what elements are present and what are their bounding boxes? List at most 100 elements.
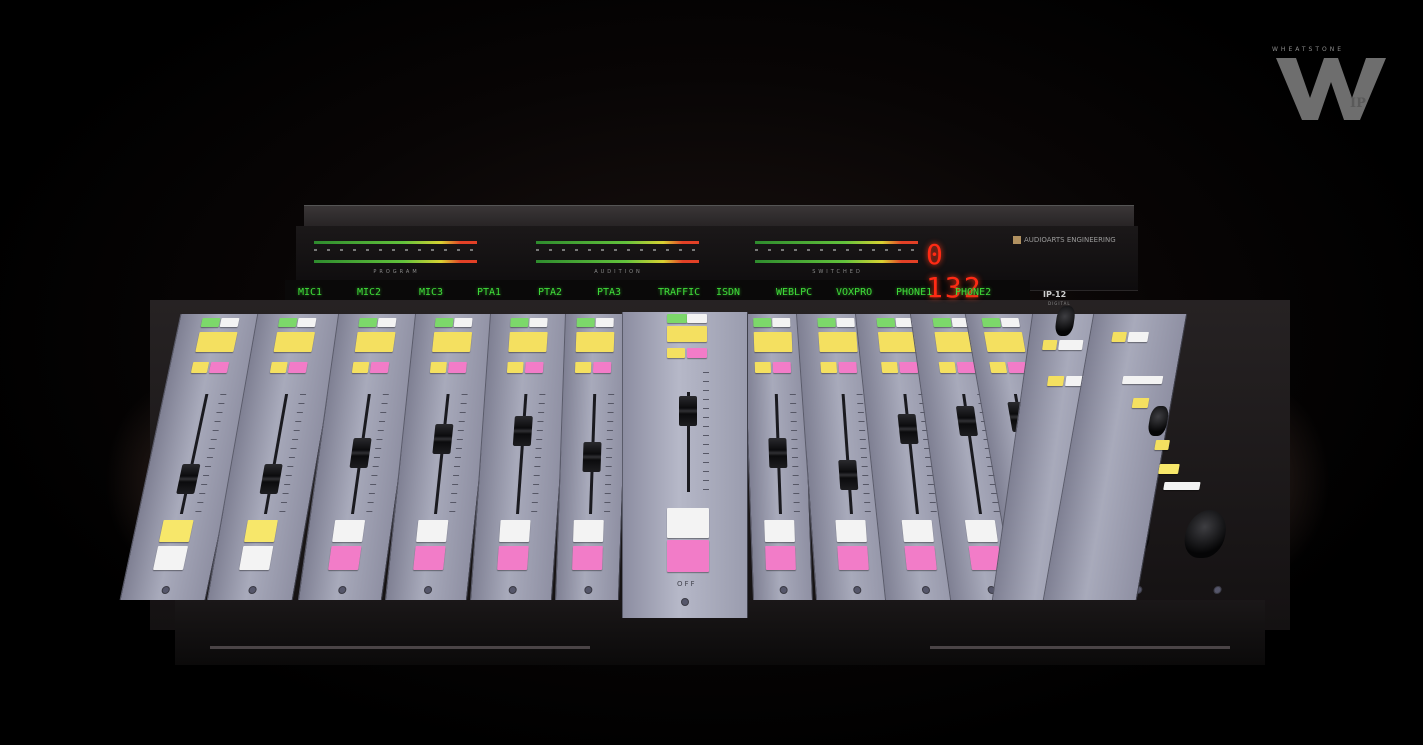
assign-button-white[interactable]	[453, 318, 473, 327]
cue-button[interactable]	[354, 332, 396, 352]
screw-icon	[508, 586, 517, 594]
mode-button-yellow[interactable]	[506, 362, 524, 373]
mode-button-yellow[interactable]	[429, 362, 447, 373]
off-button[interactable]	[572, 546, 603, 570]
control-button-yellow[interactable]	[1042, 340, 1058, 350]
control-button-white-2[interactable]	[1121, 376, 1164, 384]
mode-button-pink[interactable]	[687, 348, 707, 358]
mode-button-pink[interactable]	[447, 362, 467, 373]
off-button[interactable]	[837, 546, 869, 570]
cue-button[interactable]	[273, 332, 316, 352]
mode-button-yellow[interactable]	[190, 362, 210, 373]
control-knob[interactable]	[1146, 406, 1170, 436]
assign-button-green[interactable]	[981, 318, 1002, 327]
mode-button-yellow[interactable]	[351, 362, 370, 373]
mode-button-pink[interactable]	[772, 362, 792, 373]
cue-button[interactable]	[195, 332, 238, 352]
control-button-yellow-2[interactable]	[1131, 398, 1150, 408]
fader-knob[interactable]	[838, 460, 859, 490]
assign-button-white[interactable]	[296, 318, 317, 327]
assign-button-green[interactable]	[200, 318, 221, 327]
fader-knob[interactable]	[768, 438, 788, 468]
fader-knob[interactable]	[432, 424, 454, 454]
assign-button-white[interactable]	[377, 318, 397, 327]
assign-button-green[interactable]	[510, 318, 529, 327]
assign-button-white[interactable]	[1000, 318, 1021, 327]
on-button[interactable]	[667, 508, 709, 538]
fader-knob[interactable]	[349, 438, 372, 468]
assign-button-white[interactable]	[595, 318, 614, 327]
mode-button-pink[interactable]	[899, 362, 919, 373]
mode-button-pink[interactable]	[838, 362, 858, 373]
mode-button-pink[interactable]	[524, 362, 544, 373]
fader-knob[interactable]	[955, 406, 979, 436]
assign-button-white[interactable]	[219, 318, 240, 327]
assign-button-green[interactable]	[277, 318, 298, 327]
assign-button-green[interactable]	[576, 318, 595, 327]
assign-button-green[interactable]	[358, 318, 378, 327]
cue-button[interactable]	[432, 332, 473, 352]
on-button[interactable]	[416, 520, 449, 542]
on-button[interactable]	[964, 520, 998, 542]
on-button[interactable]	[764, 520, 795, 542]
fader-knob[interactable]	[259, 464, 283, 494]
on-button[interactable]	[835, 520, 867, 542]
on-button[interactable]	[332, 520, 366, 542]
off-button[interactable]	[497, 546, 529, 570]
off-button[interactable]	[904, 546, 937, 570]
assign-button-green[interactable]	[434, 318, 454, 327]
assign-button-white[interactable]	[772, 318, 791, 327]
off-button[interactable]	[667, 540, 709, 572]
on-button[interactable]	[158, 520, 194, 542]
mode-button-yellow[interactable]	[269, 362, 288, 373]
cue-button[interactable]	[818, 332, 858, 352]
mode-button-yellow[interactable]	[574, 362, 592, 373]
off-button[interactable]	[328, 546, 362, 570]
off-button[interactable]	[413, 546, 446, 570]
control-button-yellow-3[interactable]	[1154, 440, 1170, 450]
control-button-yellow-2[interactable]	[1046, 376, 1065, 386]
control-button-white-3[interactable]	[1163, 482, 1201, 490]
on-button[interactable]	[573, 520, 604, 542]
assign-button-green[interactable]	[753, 318, 772, 327]
mode-button-yellow[interactable]	[667, 348, 685, 358]
on-button[interactable]	[244, 520, 278, 542]
fader-knob[interactable]	[897, 414, 919, 444]
off-button[interactable]	[239, 546, 274, 570]
on-button[interactable]	[499, 520, 531, 542]
mode-button-pink[interactable]	[592, 362, 612, 373]
cue-button[interactable]	[575, 332, 615, 352]
meter-bar-right	[314, 260, 477, 263]
fader-knob[interactable]	[512, 416, 533, 446]
assign-button-green[interactable]	[876, 318, 896, 327]
assign-button-white[interactable]	[836, 318, 855, 327]
cue-button[interactable]	[667, 326, 707, 342]
assign-button-white[interactable]	[687, 314, 707, 323]
mode-button-yellow[interactable]	[881, 362, 899, 373]
mode-button-yellow[interactable]	[820, 362, 838, 373]
mode-button-pink[interactable]	[369, 362, 390, 373]
mode-button-yellow[interactable]	[989, 362, 1008, 373]
assign-button-green[interactable]	[817, 318, 836, 327]
control-button-yellow-4[interactable]	[1158, 464, 1180, 474]
assign-button-green[interactable]	[932, 318, 952, 327]
cue-button[interactable]	[753, 332, 793, 352]
control-button-white[interactable]	[1127, 332, 1150, 342]
fader-knob[interactable]	[176, 464, 201, 494]
assign-button-green[interactable]	[667, 314, 687, 323]
control-button-yellow[interactable]	[1111, 332, 1128, 342]
fader-knob[interactable]	[582, 442, 602, 472]
fader-knob[interactable]	[679, 396, 697, 426]
cue-button[interactable]	[508, 332, 548, 352]
control-button-white[interactable]	[1058, 340, 1084, 350]
off-button[interactable]	[765, 546, 796, 570]
mode-button-pink[interactable]	[287, 362, 308, 373]
mode-button-pink[interactable]	[208, 362, 230, 373]
off-button[interactable]	[152, 546, 189, 570]
screw-icon	[584, 586, 593, 594]
assign-button-white[interactable]	[529, 318, 548, 327]
mode-button-yellow[interactable]	[938, 362, 957, 373]
on-button[interactable]	[901, 520, 934, 542]
cue-button[interactable]	[983, 332, 1026, 352]
mode-button-yellow[interactable]	[754, 362, 772, 373]
